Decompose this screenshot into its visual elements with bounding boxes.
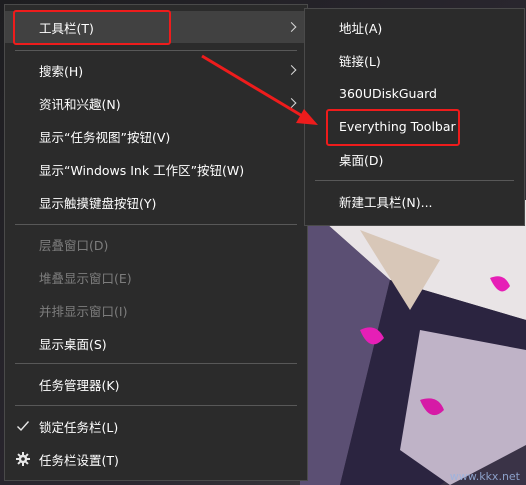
watermark: www.kkx.net (449, 470, 520, 483)
annotation-arrow-icon (201, 54, 318, 125)
